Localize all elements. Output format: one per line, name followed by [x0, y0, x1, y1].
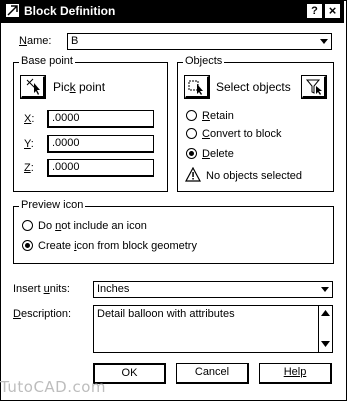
insert-units-value: Inches	[97, 283, 130, 295]
pick-point-button[interactable]	[20, 75, 46, 99]
convert-to-block-label: Convert to block	[202, 128, 282, 140]
description-scrollbar[interactable]	[318, 306, 332, 352]
y-label: Y:	[24, 138, 34, 150]
x-field[interactable]: .0000	[47, 110, 154, 128]
help-button[interactable]: Help	[259, 363, 332, 384]
no-icon-label: Do not include an icon	[38, 220, 147, 232]
z-field[interactable]: .0000	[47, 159, 154, 177]
convert-to-block-radio[interactable]	[186, 128, 197, 139]
preview-icon-title: Preview icon	[19, 199, 86, 211]
create-icon-radio[interactable]	[22, 240, 33, 251]
objects-title: Objects	[183, 55, 225, 67]
retain-radio[interactable]	[186, 110, 197, 121]
window-title: Block Definition	[24, 4, 116, 18]
retain-label: Retain	[202, 110, 234, 122]
chevron-down-icon[interactable]	[319, 283, 331, 295]
name-label: Name:	[19, 35, 52, 47]
objects-status: No objects selected	[206, 170, 302, 182]
description-value: Detail balloon with attributes	[97, 308, 235, 320]
scroll-up-icon[interactable]	[320, 308, 331, 318]
close-icon: ×	[328, 3, 337, 18]
x-label: X:	[24, 113, 35, 125]
close-button[interactable]: ×	[325, 4, 340, 18]
description-label: Description:	[13, 308, 72, 320]
scroll-down-icon[interactable]	[320, 339, 331, 349]
help-title-button[interactable]: ?	[307, 4, 322, 18]
quick-select-button[interactable]	[301, 75, 327, 99]
insert-units-label: Insert units:	[13, 283, 70, 295]
preview-icon-group	[13, 206, 334, 264]
name-value: B	[71, 35, 79, 47]
insert-units-combo[interactable]: Inches	[93, 281, 333, 298]
select-objects-icon	[188, 80, 203, 95]
app-icon	[6, 4, 19, 17]
delete-label: Delete	[202, 148, 234, 160]
help-button-label: Help	[283, 366, 307, 378]
y-field[interactable]: .0000	[47, 135, 154, 153]
no-icon-radio[interactable]	[22, 220, 33, 231]
funnel-icon	[305, 79, 322, 95]
cancel-button[interactable]: Cancel	[176, 363, 249, 384]
select-objects-button[interactable]	[184, 75, 210, 99]
z-label: Z:	[24, 162, 34, 174]
watermark: TutoCAD.com	[0, 378, 107, 396]
name-combo[interactable]: B	[67, 33, 332, 50]
pick-point-icon	[26, 78, 40, 95]
select-objects-label: Select objects	[216, 80, 291, 94]
warning-icon	[185, 167, 201, 182]
create-icon-label: Create icon from block geometry	[38, 240, 197, 252]
chevron-down-icon[interactable]	[318, 35, 330, 47]
pick-point-label: Pick point	[53, 80, 106, 94]
delete-radio[interactable]	[186, 148, 197, 159]
base-point-title: Base point	[19, 55, 75, 67]
description-textarea[interactable]: Detail balloon with attributes	[93, 305, 333, 353]
